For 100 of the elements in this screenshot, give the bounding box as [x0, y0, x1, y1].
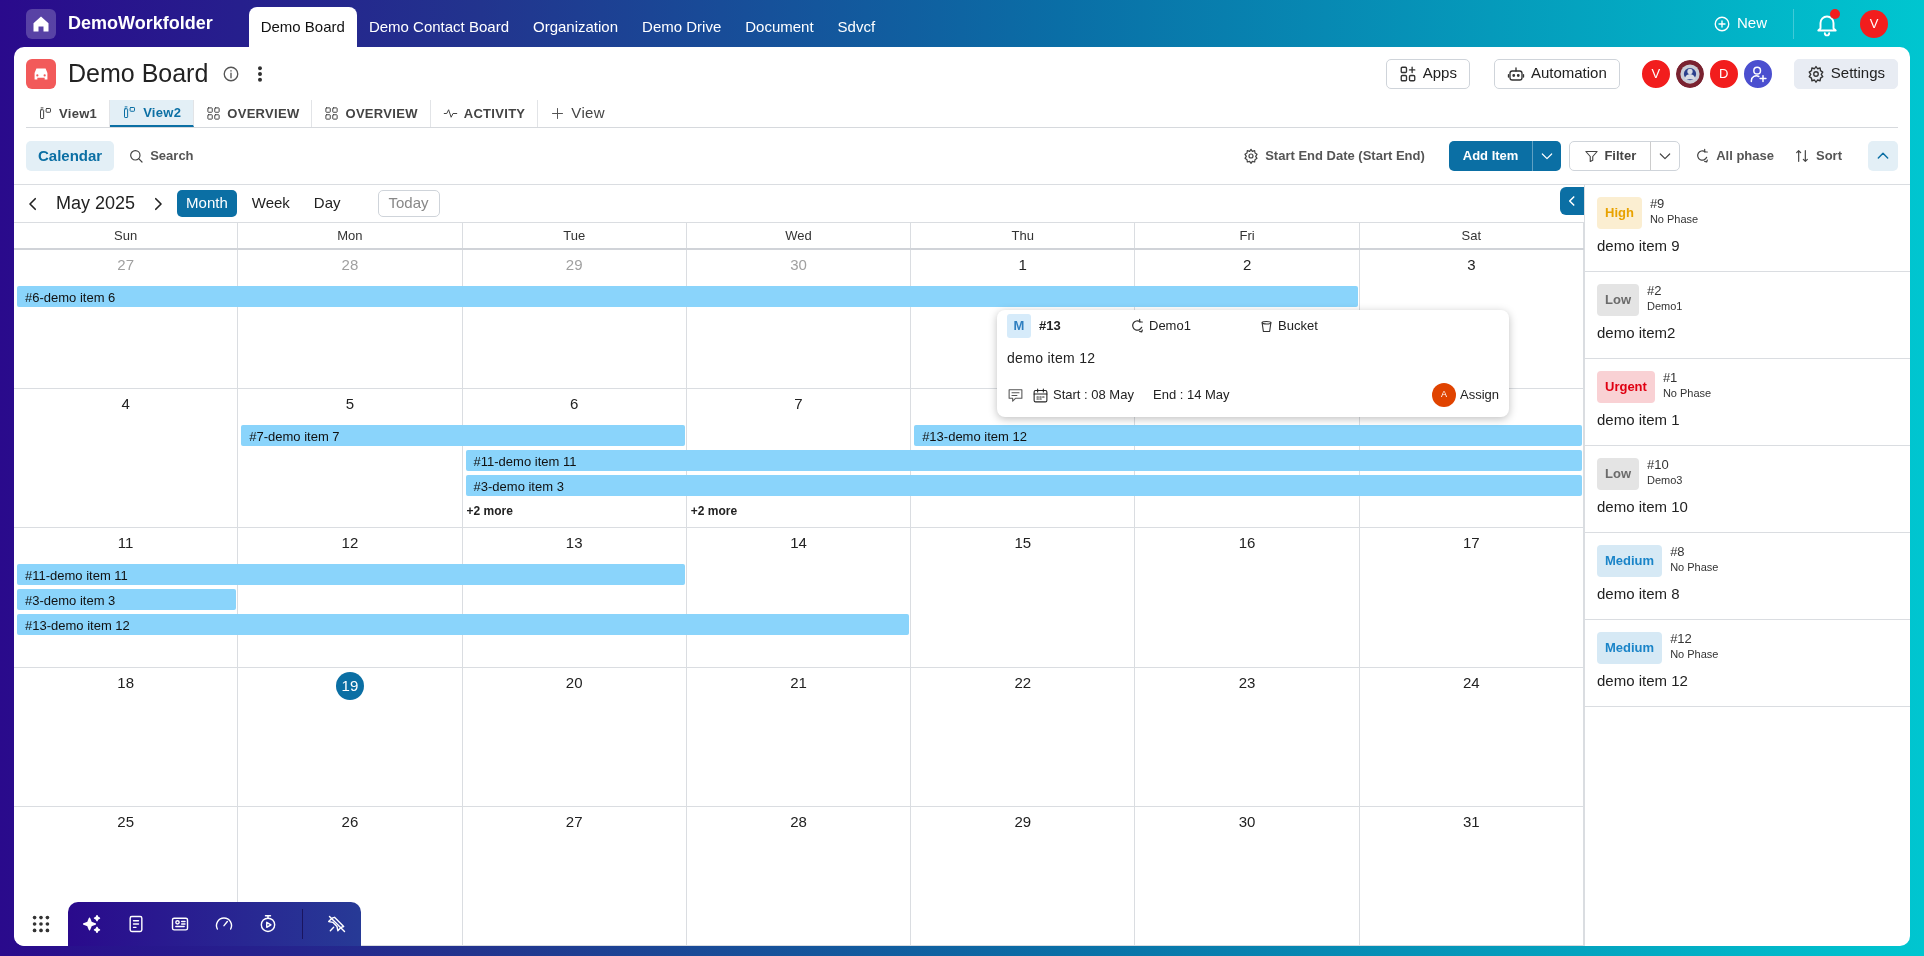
- priority-badge: Low: [1597, 284, 1639, 316]
- collapse-sidebar-button[interactable]: [1560, 187, 1584, 215]
- date-number: 20: [565, 673, 583, 692]
- unpin-icon[interactable]: [327, 914, 347, 934]
- id-card-icon[interactable]: [170, 914, 190, 934]
- priority-badge: Low: [1597, 458, 1639, 490]
- view-mode-button[interactable]: Week: [242, 190, 299, 217]
- date-number: 30: [790, 256, 807, 274]
- date-number: 29: [1014, 812, 1032, 831]
- event-bar[interactable]: #13-demo item 12: [17, 614, 910, 636]
- phase-label: Demo1: [1149, 317, 1192, 336]
- weekday-header: Sun: [114, 226, 138, 245]
- bucket-label: Bucket: [1278, 317, 1318, 336]
- more-events-link[interactable]: +2 more: [686, 501, 738, 520]
- item-number: #1: [1662, 371, 1679, 386]
- plus-icon: [550, 106, 566, 121]
- collapse-button[interactable]: [1868, 141, 1898, 171]
- sort-button[interactable]: Sort: [1788, 146, 1848, 166]
- priority-badge: High: [1597, 197, 1642, 229]
- add-view-button[interactable]: View: [538, 100, 617, 127]
- member-avatar[interactable]: V: [1639, 57, 1672, 90]
- date-number: 24: [1463, 673, 1480, 692]
- date-number: 28: [341, 256, 359, 274]
- event-bar[interactable]: #3-demo item 3: [465, 475, 1582, 497]
- settings-button[interactable]: Settings: [1793, 58, 1898, 89]
- date-number: 19: [335, 671, 364, 700]
- item-number: #2: [1647, 284, 1663, 299]
- apps-icon: [1398, 64, 1417, 83]
- sidebar-item[interactable]: High #9 No Phase demo item 9: [1585, 185, 1910, 272]
- nav-tab[interactable]: Document: [733, 7, 826, 47]
- search-icon: [128, 148, 145, 164]
- robot-icon: [1506, 64, 1525, 83]
- item-type-badge: M: [1007, 314, 1031, 338]
- filter-icon: [1584, 148, 1600, 164]
- date-number: 6: [570, 395, 579, 414]
- more-events-link[interactable]: +2 more: [462, 501, 513, 520]
- date-number: 29: [565, 256, 583, 274]
- date-number: 13: [565, 534, 583, 553]
- sidebar-item[interactable]: Urgent #1 No Phase demo item 1: [1585, 359, 1910, 446]
- start-date: Start : 08 May: [1053, 386, 1135, 405]
- phase-button[interactable]: All phase: [1688, 146, 1780, 166]
- date-number: 17: [1463, 534, 1480, 553]
- item-title: demo item 12: [1597, 670, 1689, 691]
- phase-label: No Phase: [1649, 212, 1699, 228]
- event-bar[interactable]: #3-demo item 3: [17, 589, 237, 611]
- event-bar[interactable]: #13-demo item 12: [914, 425, 1582, 447]
- assign-link[interactable]: Assign: [1459, 385, 1499, 405]
- sidebar-item[interactable]: Medium #12 No Phase demo item 12: [1585, 620, 1910, 707]
- view-tab[interactable]: OVERVIEW: [312, 100, 431, 127]
- sidebar-item[interactable]: Medium #8 No Phase demo item 8: [1585, 533, 1910, 620]
- date-number: 28: [790, 812, 807, 831]
- weekday-header: Fri: [1239, 226, 1255, 245]
- board-title: Demo Board: [68, 57, 209, 89]
- nav-tab[interactable]: Sdvcf: [825, 7, 888, 47]
- date-number: 7: [794, 395, 803, 414]
- view-tab[interactable]: View2: [110, 100, 195, 127]
- item-number: #12: [1670, 632, 1693, 647]
- phase-label: No Phase: [1662, 386, 1712, 402]
- sort-icon: [1794, 148, 1810, 164]
- user-avatar[interactable]: V: [1860, 9, 1888, 38]
- sparkle-icon[interactable]: [82, 914, 102, 934]
- phase-label: No Phase: [1670, 560, 1719, 576]
- calendar-tab[interactable]: Calendar: [26, 141, 115, 171]
- sidebar-item[interactable]: Low #10 Demo3 demo item 10: [1585, 446, 1910, 533]
- date-number: 21: [790, 673, 807, 692]
- apps-button[interactable]: Apps: [1385, 58, 1470, 89]
- nav-tab[interactable]: Demo Board: [248, 7, 357, 47]
- date-number: 16: [1238, 534, 1256, 553]
- date-number: 27: [565, 812, 583, 831]
- priority-badge: Urgent: [1597, 371, 1655, 403]
- event-bar[interactable]: #6-demo item 6: [17, 286, 1358, 307]
- document-icon[interactable]: [126, 914, 146, 934]
- event-bar[interactable]: #11-demo item 11: [465, 450, 1582, 472]
- automation-button[interactable]: Automation: [1493, 58, 1620, 89]
- view-tab[interactable]: OVERVIEW: [194, 100, 313, 127]
- home-button[interactable]: [26, 8, 56, 39]
- member-avatar[interactable]: D: [1707, 57, 1740, 90]
- timer-icon[interactable]: [258, 914, 278, 934]
- event-bar[interactable]: #11-demo item 11: [17, 564, 685, 586]
- item-number: #10: [1647, 458, 1670, 473]
- search-button[interactable]: Search: [122, 146, 200, 166]
- view-mode-button[interactable]: Day: [304, 190, 350, 217]
- date-number: 23: [1238, 673, 1256, 692]
- settings-icon: [1243, 148, 1260, 164]
- nav-tab[interactable]: Organization: [521, 7, 631, 47]
- phase-label: No Phase: [1670, 647, 1719, 663]
- pulse-icon: [442, 106, 458, 121]
- view-tab[interactable]: ACTIVITY: [430, 100, 539, 127]
- sidebar-item[interactable]: Low #2 Demo1 demo item2: [1585, 272, 1910, 359]
- weekday-header: Thu: [1011, 226, 1034, 245]
- nav-tab[interactable]: Demo Drive: [630, 7, 734, 47]
- date-field-settings-button[interactable]: Start End Date (Start End): [1237, 146, 1431, 166]
- date-number: 30: [1238, 812, 1256, 831]
- event-bar[interactable]: #7-demo item 7: [241, 425, 685, 447]
- item-title: demo item 12: [1007, 349, 1097, 368]
- date-number: 25: [117, 812, 134, 831]
- date-number: 3: [1467, 256, 1476, 274]
- nav-tab[interactable]: Demo Contact Board: [356, 7, 521, 47]
- end-date: End : 14 May: [1153, 386, 1230, 405]
- view-mode-button[interactable]: Month: [177, 190, 237, 217]
